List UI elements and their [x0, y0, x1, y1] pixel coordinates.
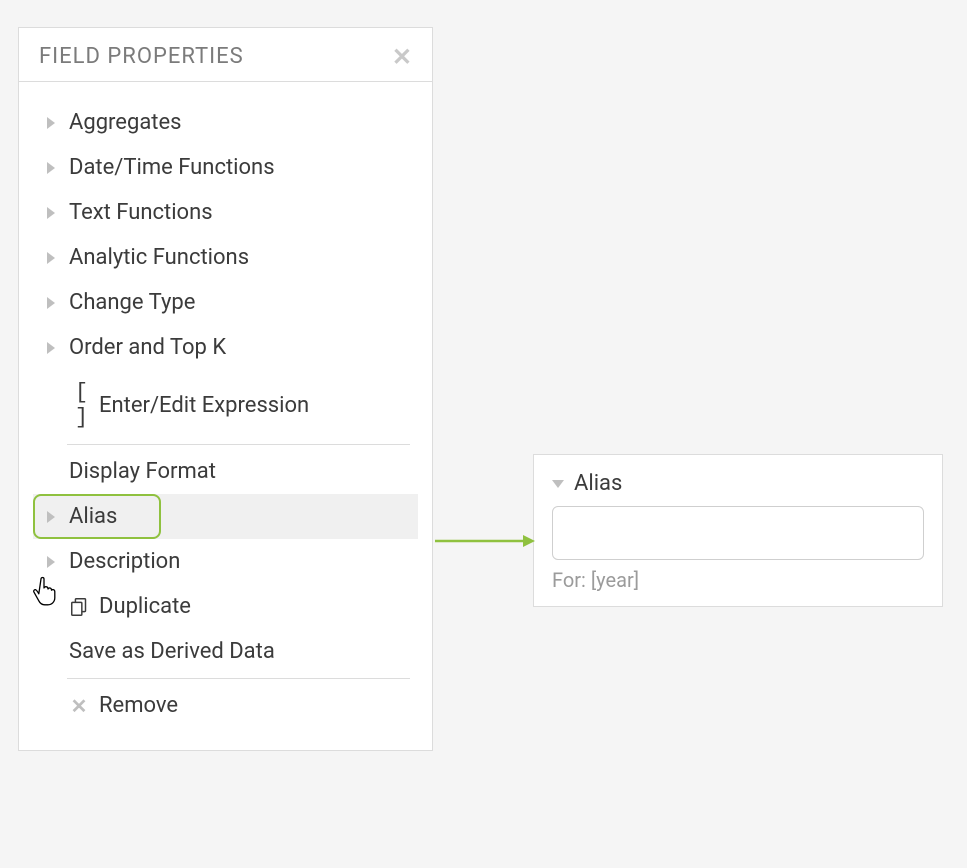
menu-item-description[interactable]: Description — [33, 539, 418, 584]
menu-item-aggregates[interactable]: Aggregates — [33, 100, 418, 145]
chevron-right-icon — [47, 162, 55, 174]
arrow-icon — [435, 531, 535, 551]
menu-item-remove[interactable]: ✕ Remove — [33, 683, 418, 728]
menu-label-analytic: Analytic Functions — [69, 245, 249, 270]
alias-popup-title: Alias — [574, 471, 622, 496]
menu-label-expression: Enter/Edit Expression — [99, 393, 309, 418]
close-icon[interactable]: ✕ — [392, 45, 412, 69]
menu-label-saveasderived: Save as Derived Data — [69, 639, 275, 664]
chevron-right-icon — [47, 207, 55, 219]
brackets-icon: [ ] — [69, 380, 93, 430]
remove-icon: ✕ — [69, 694, 89, 718]
menu-label-changetype: Change Type — [69, 290, 195, 315]
panel-header: FIELD PROPERTIES ✕ — [19, 28, 432, 82]
menu-label-text: Text Functions — [69, 200, 213, 225]
menu-label-displayformat: Display Format — [69, 459, 216, 484]
field-properties-panel: FIELD PROPERTIES ✕ Aggregates Date/Time … — [18, 27, 433, 751]
alias-popup: Alias For: [year] — [533, 454, 943, 607]
menu-item-display-format[interactable]: Display Format — [33, 449, 418, 494]
menu-item-datetime[interactable]: Date/Time Functions — [33, 145, 418, 190]
panel-body: Aggregates Date/Time Functions Text Func… — [19, 82, 432, 750]
menu-label-datetime: Date/Time Functions — [69, 155, 275, 180]
alias-input[interactable] — [552, 506, 924, 560]
menu-label-duplicate: Duplicate — [99, 594, 191, 619]
chevron-right-icon — [47, 117, 55, 129]
chevron-right-icon — [47, 556, 55, 568]
panel-title: FIELD PROPERTIES — [39, 44, 244, 69]
menu-item-order-top-k[interactable]: Order and Top K — [33, 325, 418, 370]
menu-label-description: Description — [69, 549, 180, 574]
chevron-right-icon — [47, 252, 55, 264]
menu-item-expression[interactable]: [ ] Enter/Edit Expression — [33, 370, 418, 440]
menu-item-analytic-functions[interactable]: Analytic Functions — [33, 235, 418, 280]
duplicate-icon — [69, 596, 91, 618]
menu-label-remove: Remove — [99, 693, 178, 718]
menu-item-change-type[interactable]: Change Type — [33, 280, 418, 325]
menu-item-save-derived[interactable]: Save as Derived Data — [33, 629, 418, 674]
chevron-down-icon — [552, 480, 564, 488]
alias-popup-header[interactable]: Alias — [552, 471, 924, 496]
menu-item-text-functions[interactable]: Text Functions — [33, 190, 418, 235]
chevron-right-icon — [47, 511, 55, 523]
chevron-right-icon — [47, 297, 55, 309]
menu-label-aggregates: Aggregates — [69, 110, 182, 135]
alias-popup-footer: For: [year] — [552, 568, 924, 592]
separator — [67, 678, 410, 679]
menu-item-duplicate[interactable]: Duplicate — [33, 584, 418, 629]
separator — [67, 444, 410, 445]
menu-label-alias: Alias — [69, 504, 117, 529]
menu-label-ordertopk: Order and Top K — [69, 335, 226, 360]
chevron-right-icon — [47, 342, 55, 354]
menu-item-alias[interactable]: Alias — [33, 494, 418, 539]
